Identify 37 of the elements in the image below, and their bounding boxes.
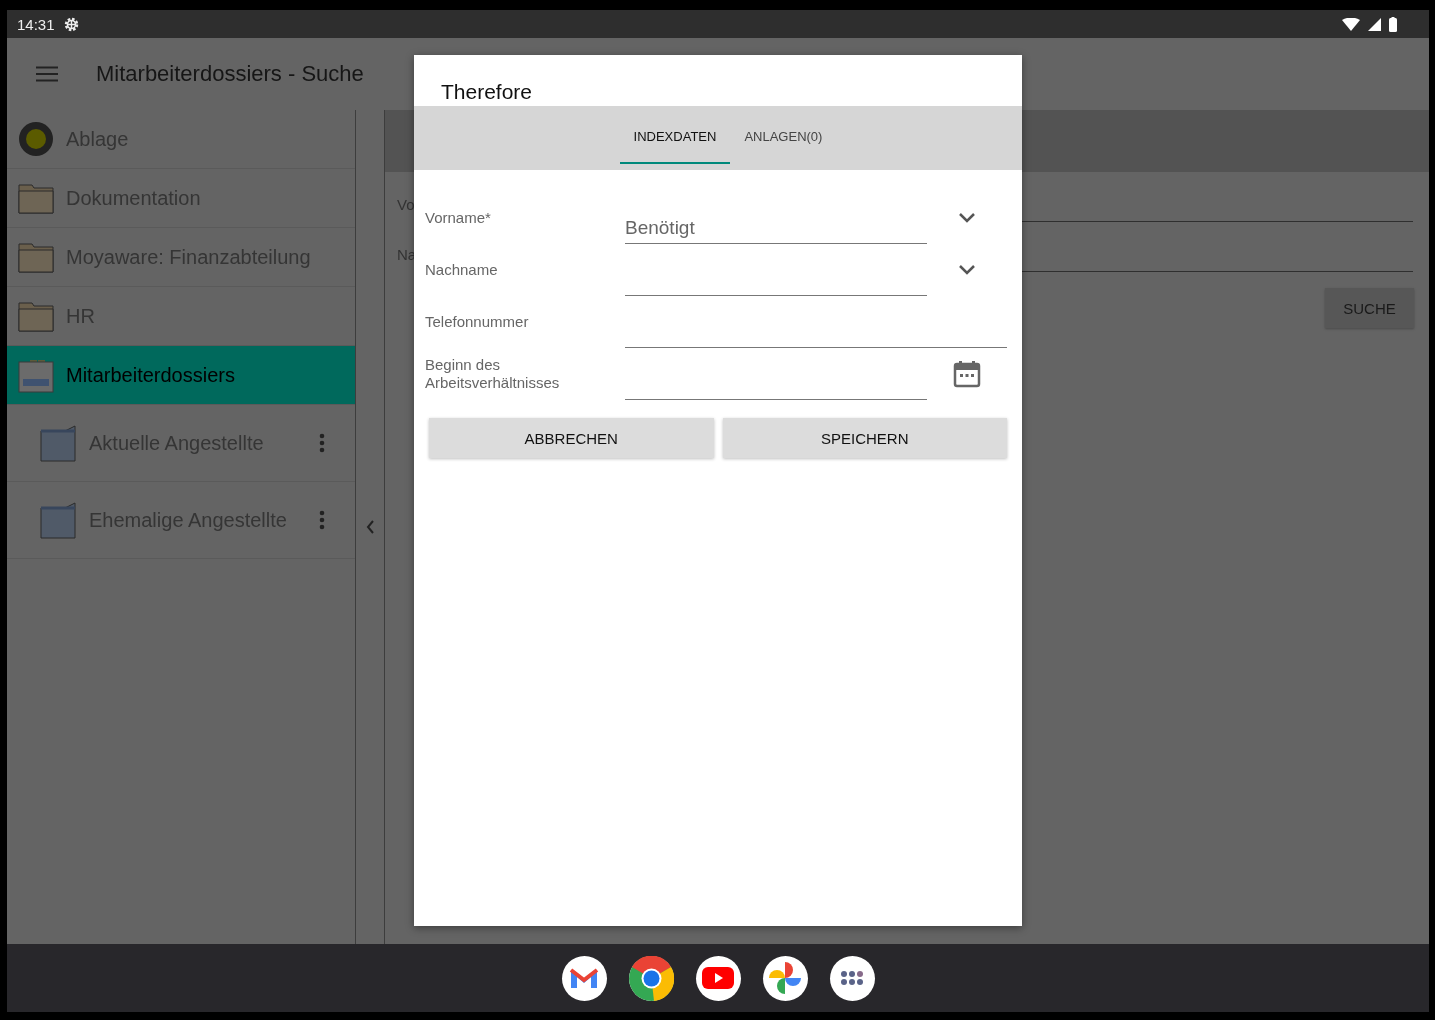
battery-icon [1389,16,1397,32]
field-label: Telefonnummer [425,313,530,331]
apps-icon[interactable] [841,971,863,985]
gear-icon [62,15,80,33]
folder-icon [18,182,54,214]
more-icon[interactable] [319,433,325,453]
folder-icon [18,241,54,273]
folder-icon [18,300,54,332]
wifi-icon [1342,17,1360,31]
folder-icon [40,424,77,462]
page-title: Mitarbeiterdossiers - Suche [96,61,364,87]
clock: 14:31 [17,15,55,33]
sidebar-item[interactable]: Mitarbeiterdossiers [7,346,355,405]
browser-icon[interactable] [628,955,674,1001]
disc-icon [18,121,54,157]
chevron-left-icon[interactable] [365,520,375,534]
signal-icon [1368,17,1381,31]
menu-icon[interactable] [36,66,58,82]
input-field[interactable]: Benötigt [625,213,927,244]
tab[interactable]: INDEXDATEN [619,106,731,164]
field-label: Nachname [425,261,499,279]
folder-icon [40,501,77,539]
search-button[interactable]: SUCHE [1325,288,1414,328]
dialog-title: Therefore [440,79,534,105]
mail-icon[interactable] [569,966,599,990]
folder-icon [18,357,54,393]
play-icon[interactable] [702,967,734,989]
tab[interactable]: ANLAGEN(0) [730,106,837,164]
chevron-down-icon[interactable] [958,212,976,224]
pinwheel-icon[interactable] [768,961,802,995]
calendar-icon[interactable] [953,360,981,388]
dialog-button[interactable]: SPEICHERN [722,418,1007,458]
field-label: Beginn des Arbeitsverhältnisses [425,356,561,392]
more-icon[interactable] [319,510,325,530]
chevron-down-icon[interactable] [958,264,976,276]
field-label: Vorname* [425,209,492,227]
dialog-button[interactable]: ABBRECHEN [429,418,714,458]
